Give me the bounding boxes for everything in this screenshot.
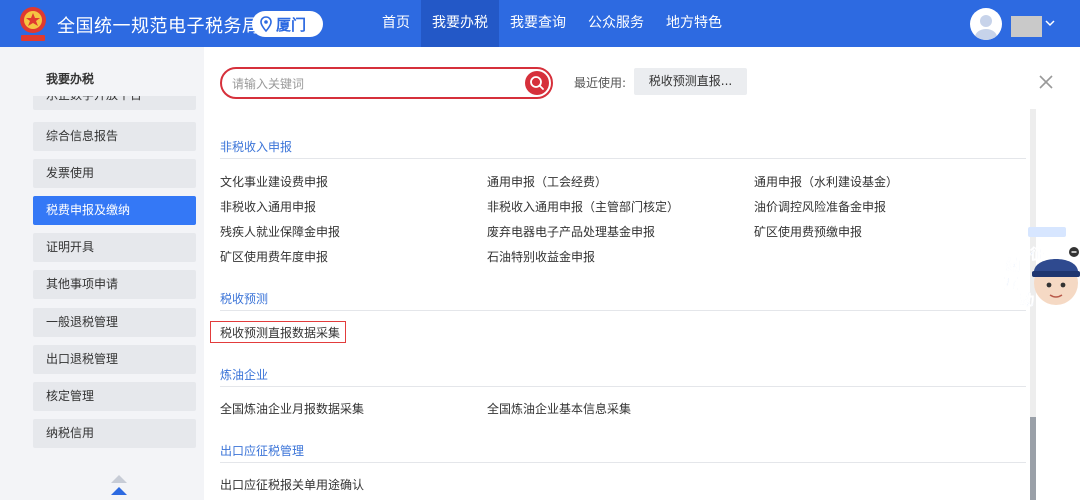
- section-divider: [220, 386, 1026, 387]
- chevron-down-icon[interactable]: [1045, 19, 1055, 27]
- nav-local-features[interactable]: 地方特色: [655, 0, 733, 47]
- interaction-mascot-icon[interactable]: 征 纳 互 动: [1000, 225, 1080, 315]
- recent-label: 最近使用:: [574, 76, 627, 90]
- section-title-forecast: 税收预测: [220, 292, 269, 306]
- section-title-nontax: 非税收入申报: [220, 140, 293, 154]
- sidebar-item-export-refund[interactable]: 出口退税管理: [33, 345, 196, 374]
- mascot-char-dong: 动: [1020, 292, 1034, 309]
- close-icon[interactable]: [1039, 75, 1053, 89]
- sidebar-item-other-requests[interactable]: 其他事项申请: [33, 270, 196, 299]
- search-button[interactable]: [525, 71, 549, 95]
- section-divider: [220, 462, 1026, 463]
- link-union-fee[interactable]: 通用申报（工会经费）: [487, 173, 607, 190]
- mascot-char-na: 纳: [1006, 257, 1020, 274]
- mascot-char-hu: 互: [1004, 277, 1018, 293]
- user-avatar-icon[interactable]: [970, 8, 1002, 40]
- city-selector[interactable]: 厦门: [252, 11, 323, 37]
- link-oil-gain[interactable]: 石油特别收益金申报: [487, 248, 595, 265]
- nav-query[interactable]: 我要查询: [499, 0, 577, 47]
- sidebar-item-general-refund[interactable]: 一般退税管理: [33, 308, 196, 337]
- link-mining-prepay[interactable]: 矿区使用费预缴申报: [754, 223, 862, 240]
- sidebar-item-invoice[interactable]: 发票使用: [33, 159, 196, 188]
- mascot-char-zheng: 征: [1030, 246, 1044, 263]
- search-icon: [530, 76, 544, 90]
- section-title-export: 出口应征税管理: [220, 444, 305, 458]
- section-divider: [220, 158, 1026, 159]
- city-label: 厦门: [276, 16, 307, 34]
- link-ewaste-fund[interactable]: 废弃电器电子产品处理基金申报: [487, 223, 655, 240]
- location-pin-icon: [260, 16, 272, 32]
- top-header: 全国统一规范电子税务局 厦门 首页 我要办税 我要查询 公众服务 地方特色: [0, 0, 1080, 47]
- link-water-fund[interactable]: 通用申报（水利建设基金）: [754, 173, 898, 190]
- sidebar-item-tax-declaration[interactable]: 税费申报及缴纳: [33, 196, 196, 225]
- section-divider: [220, 310, 1026, 311]
- link-forecast-collection[interactable]: 税收预测直报数据采集: [220, 324, 340, 341]
- link-refinery-basic[interactable]: 全国炼油企业基本信息采集: [487, 400, 631, 417]
- link-culture-fee[interactable]: 文化事业建设费申报: [220, 173, 328, 190]
- nav-home[interactable]: 首页: [371, 0, 421, 47]
- recent-item-button[interactable]: 税收预测直报...: [634, 68, 747, 95]
- scrollbar-thumb[interactable]: [1030, 417, 1036, 500]
- sidebar-item-assessment[interactable]: 核定管理: [33, 382, 196, 411]
- sidebar-menu: 乐企数字开放平台 综合信息报告 发票使用 税费申报及缴纳 证明开具 其他事项申请…: [33, 96, 196, 500]
- sidebar-item-certificate[interactable]: 证明开具: [33, 233, 196, 262]
- search-box: [220, 67, 553, 99]
- site-title[interactable]: 全国统一规范电子税务局: [57, 12, 261, 38]
- sidebar-item-credit[interactable]: 纳税信用: [33, 419, 196, 448]
- link-refinery-monthly[interactable]: 全国炼油企业月报数据采集: [220, 400, 364, 417]
- user-name-box[interactable]: [1011, 16, 1042, 37]
- sidebar-title: 我要办税: [46, 72, 95, 86]
- link-oil-reserve[interactable]: 油价调控风险准备金申报: [754, 198, 886, 215]
- sidebar-item-info-report[interactable]: 综合信息报告: [33, 122, 196, 151]
- tax-emblem-icon[interactable]: [17, 5, 49, 43]
- link-mining-annual[interactable]: 矿区使用费年度申报: [220, 248, 328, 265]
- nav-tax-handling[interactable]: 我要办税: [421, 0, 499, 47]
- link-nontax-general[interactable]: 非税收入通用申报: [220, 198, 316, 215]
- nav-public-service[interactable]: 公众服务: [577, 0, 655, 47]
- link-nontax-authority[interactable]: 非税收入通用申报（主管部门核定）: [487, 198, 679, 215]
- service-panel: 最近使用: 税收预测直报... 非税收入申报 文化事业建设费申报 通用申报（工会…: [204, 47, 1080, 500]
- section-title-refinery: 炼油企业: [220, 368, 269, 382]
- sidebar: 我要办税 乐企数字开放平台 综合信息报告 发票使用 税费申报及缴纳 证明开具 其…: [0, 47, 204, 500]
- search-input[interactable]: [232, 74, 512, 94]
- link-disability-fund[interactable]: 残疾人就业保障金申报: [220, 223, 340, 240]
- main-nav: 首页 我要办税 我要查询 公众服务 地方特色: [371, 0, 733, 47]
- link-export-declaration[interactable]: 出口应征税报关单用途确认: [220, 476, 364, 493]
- sidebar-item-leqi[interactable]: 乐企数字开放平台: [33, 96, 196, 110]
- sidebar-scroll-icon[interactable]: [109, 474, 129, 500]
